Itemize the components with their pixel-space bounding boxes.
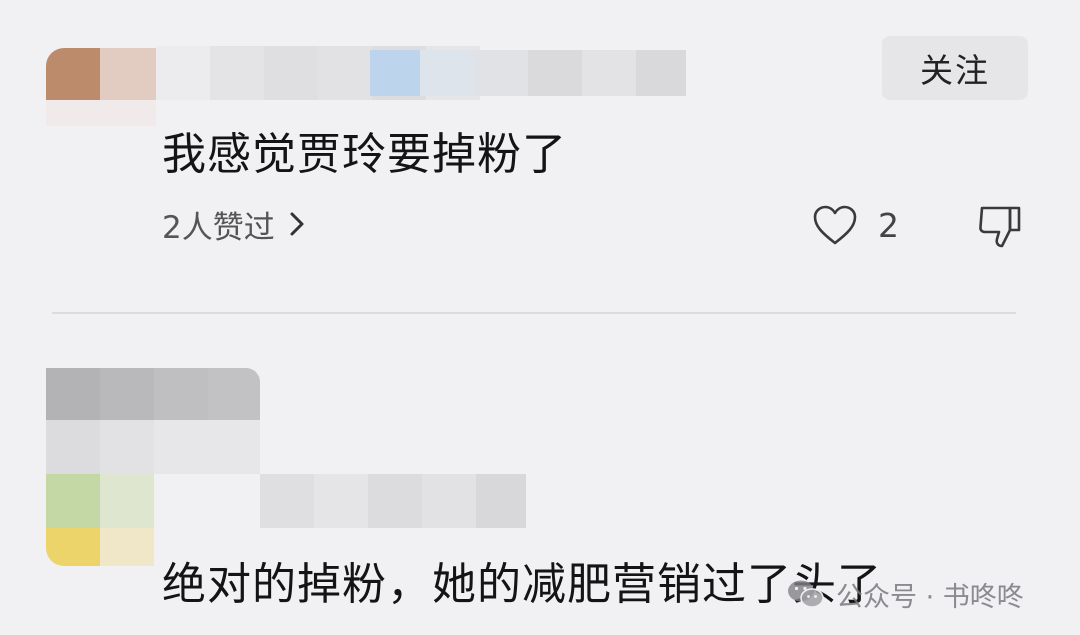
follow-button-label: 关注 xyxy=(920,51,990,90)
avatar-censored[interactable] xyxy=(46,24,156,134)
comment-text: 绝对的掉粉，她的减肥营销过了头了 xyxy=(162,559,882,610)
username-censored[interactable] xyxy=(156,46,690,104)
comment-divider xyxy=(52,312,1016,314)
thumbs-down-icon[interactable] xyxy=(976,204,1024,250)
heart-icon xyxy=(813,205,857,245)
wechat-icon xyxy=(788,580,824,608)
avatar-censored[interactable] xyxy=(46,368,260,566)
comment-feed: 关注 我感觉贾玲要掉粉了 2人赞过 2 绝对的掉粉，她的减肥营销过了头了 公众号… xyxy=(0,0,1080,635)
follow-button[interactable]: 关注 xyxy=(882,36,1028,100)
likers-link[interactable]: 2人赞过 xyxy=(162,202,305,246)
comment-text: 我感觉贾玲要掉粉了 xyxy=(162,129,567,180)
likers-count-label: 2人赞过 xyxy=(162,209,275,246)
chevron-right-icon xyxy=(290,212,304,236)
watermark: 公众号 · 书咚咚 xyxy=(786,574,1024,614)
like-button[interactable]: 2 xyxy=(812,200,899,250)
like-count: 2 xyxy=(878,205,899,245)
username-censored[interactable] xyxy=(260,474,530,530)
watermark-text: 公众号 · 书咚咚 xyxy=(836,581,1024,613)
